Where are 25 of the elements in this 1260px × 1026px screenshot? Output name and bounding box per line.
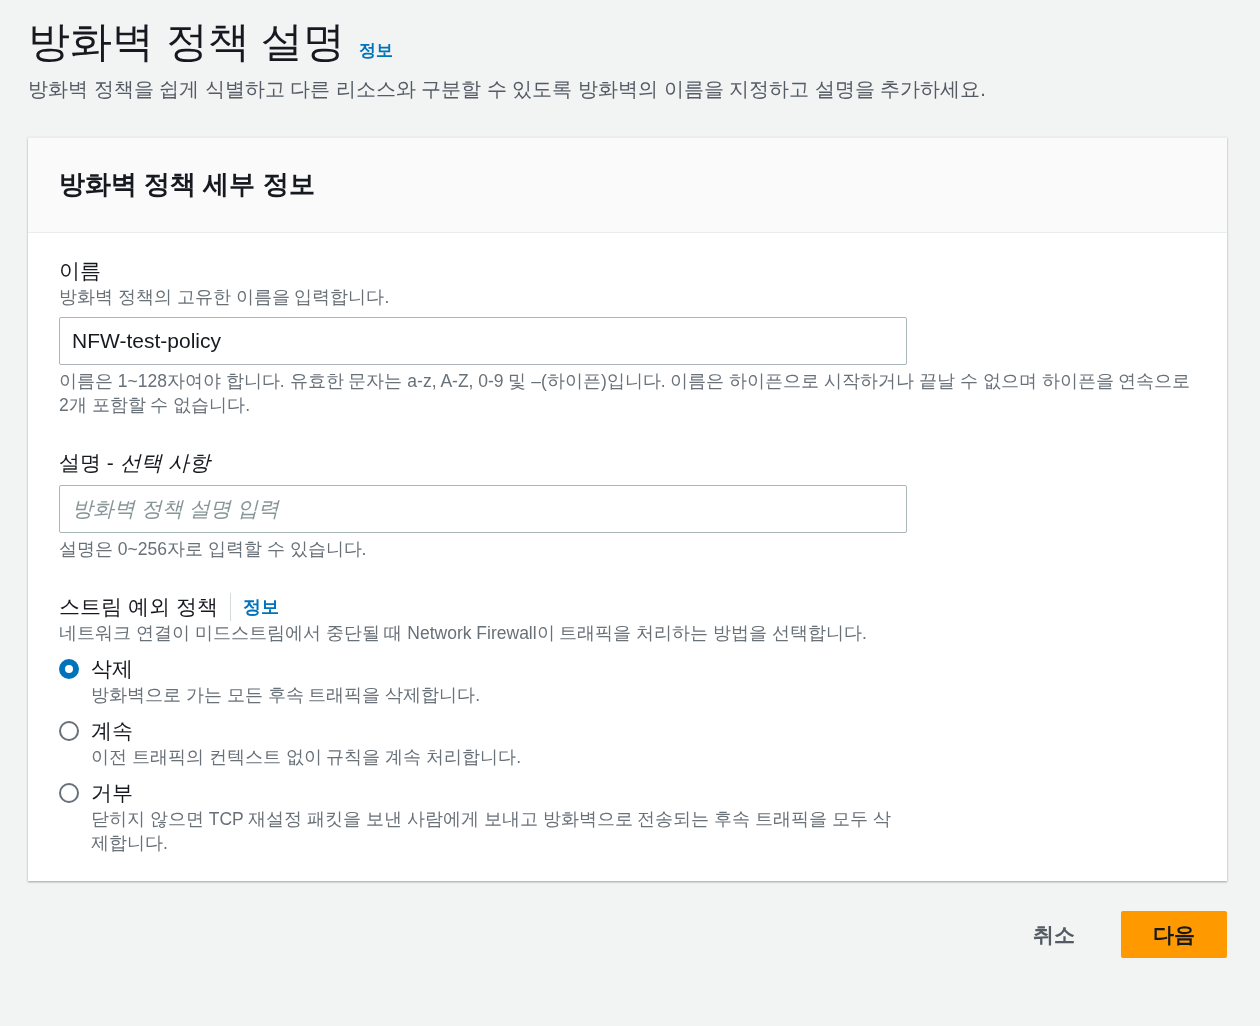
input-field[interactable]: 방화벽 정책 설명 입력: [59, 485, 907, 533]
next-button[interactable]: 다음: [1121, 911, 1227, 958]
input-field[interactable]: NFW-test-policy: [59, 317, 907, 365]
option-description: 방화벽으로 가는 모든 후속 트래픽을 삭제합니다.: [91, 684, 481, 707]
field-label: 이름: [59, 258, 102, 284]
radio-button[interactable]: [59, 721, 79, 741]
field-hint: 네트워크 연결이 미드스트림에서 중단될 때 Network Firewall이 트래픽을 처리하는 방법을 선택합니다.: [59, 622, 868, 645]
option-label: 삭제: [91, 656, 134, 682]
page-title: 방화벽 정책 설명: [28, 17, 346, 67]
option-description: 이전 트래픽의 컨텍스트 없이 규칙을 계속 처리합니다.: [91, 746, 522, 769]
page-description: 방화벽 정책을 쉽게 식별하고 다른 리소스와 구분할 수 있도록 방화벽의 이름을 지정하고 설명을 추가하세요.: [28, 77, 987, 102]
option-description: 닫히지 않으면 TCP 재설정 패킷을 보낸 사람에게 보내고 방화벽으로 전송되는 후속 트래픽을 모두 삭제합니다.: [91, 808, 892, 855]
card-title: 방화벽 정책 세부 정보: [59, 168, 316, 201]
option-label: 계속: [91, 718, 134, 744]
option-label: 거부: [91, 780, 134, 806]
cancel-button[interactable]: 취소: [1001, 911, 1107, 958]
field-label: 설명 - 선택 사항: [59, 450, 213, 476]
constraint-text: 이름은 1~128자여야 합니다. 유효한 문자는 a-z, A-Z, 0-9 및 –(하이픈)입니다. 이름은 하이픈으로 시작하거나 끝날 수 없으며 하이픈을 연속으로 2개 포함할 수 없습니다.: [59, 370, 1192, 417]
info-link[interactable]: 정보: [242, 595, 279, 619]
radio-button[interactable]: [59, 783, 79, 803]
field-label: 스트림 예외 정책: [59, 593, 231, 621]
radio-button[interactable]: [59, 659, 79, 679]
constraint-text: 설명은 0~256자로 입력할 수 있습니다.: [59, 538, 368, 561]
info-link[interactable]: 정보: [359, 39, 394, 62]
field-hint: 방화벽 정책의 고유한 이름을 입력합니다.: [59, 286, 391, 309]
